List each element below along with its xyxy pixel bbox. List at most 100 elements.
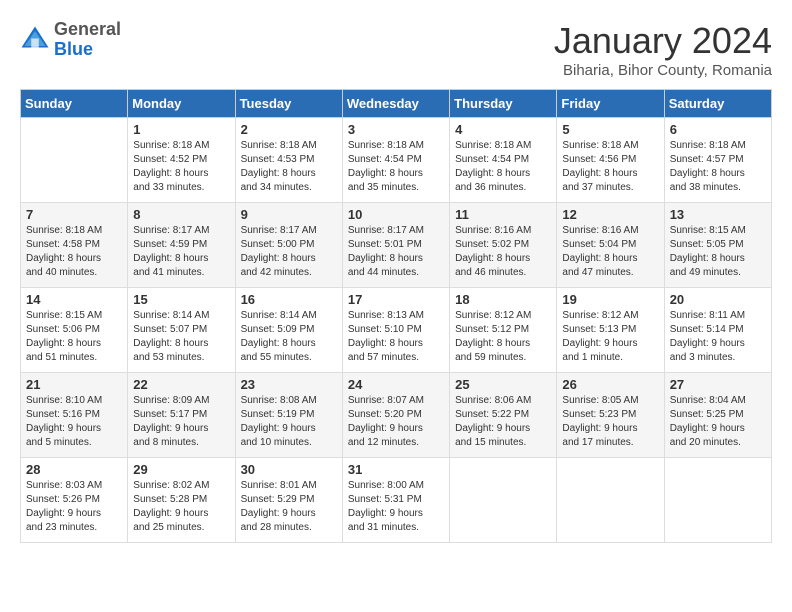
- day-number: 10: [348, 207, 444, 222]
- day-info: Sunrise: 8:17 AMSunset: 4:59 PMDaylight:…: [133, 224, 229, 280]
- calendar-cell: 17 Sunrise: 8:13 AMSunset: 5:10 PMDayligh…: [342, 288, 449, 373]
- day-number: 31: [348, 462, 444, 477]
- day-info: Sunrise: 8:17 AMSunset: 5:01 PMDaylight:…: [348, 224, 444, 280]
- calendar-cell: 28 Sunrise: 8:03 AMSunset: 5:26 PMDayligh…: [21, 458, 128, 543]
- calendar-cell: 20 Sunrise: 8:11 AMSunset: 5:14 PMDayligh…: [664, 288, 771, 373]
- day-number: 24: [348, 377, 444, 392]
- day-info: Sunrise: 8:16 AMSunset: 5:02 PMDaylight:…: [455, 224, 551, 280]
- day-number: 13: [670, 207, 766, 222]
- calendar-cell: 5 Sunrise: 8:18 AMSunset: 4:56 PMDaylight…: [557, 118, 664, 203]
- day-number: 12: [562, 207, 658, 222]
- day-number: 25: [455, 377, 551, 392]
- day-number: 22: [133, 377, 229, 392]
- day-info: Sunrise: 8:08 AMSunset: 5:19 PMDaylight:…: [241, 394, 337, 450]
- day-info: Sunrise: 8:14 AMSunset: 5:09 PMDaylight:…: [241, 309, 337, 365]
- calendar-cell: 10 Sunrise: 8:17 AMSunset: 5:01 PMDayligh…: [342, 203, 449, 288]
- day-number: 27: [670, 377, 766, 392]
- title-block: January 2024 Biharia, Bihor County, Roma…: [554, 20, 772, 79]
- calendar-cell: 11Sunrise: 8:16 AMSunset: 5:02 PMDayligh…: [450, 203, 557, 288]
- calendar-cell: 7Sunrise: 8:18 AMSunset: 4:58 PMDaylight…: [21, 203, 128, 288]
- day-info: Sunrise: 8:00 AMSunset: 5:31 PMDaylight:…: [348, 479, 444, 535]
- logo-icon: [20, 25, 50, 55]
- day-info: Sunrise: 8:10 AMSunset: 5:16 PMDaylight:…: [26, 394, 122, 450]
- day-number: 15: [133, 292, 229, 307]
- weekday-header: Thursday: [450, 90, 557, 118]
- day-number: 3: [348, 122, 444, 137]
- day-number: 18: [455, 292, 551, 307]
- day-info: Sunrise: 8:16 AMSunset: 5:04 PMDaylight:…: [562, 224, 658, 280]
- weekday-header: Wednesday: [342, 90, 449, 118]
- day-number: 9: [241, 207, 337, 222]
- day-number: 30: [241, 462, 337, 477]
- calendar-cell: 4 Sunrise: 8:18 AMSunset: 4:54 PMDaylight…: [450, 118, 557, 203]
- calendar-cell: 27Sunrise: 8:04 AMSunset: 5:25 PMDayligh…: [664, 373, 771, 458]
- day-info: Sunrise: 8:07 AMSunset: 5:20 PMDaylight:…: [348, 394, 444, 450]
- day-info: Sunrise: 8:18 AMSunset: 4:56 PMDaylight:…: [562, 139, 658, 195]
- day-number: 17: [348, 292, 444, 307]
- day-info: Sunrise: 8:17 AMSunset: 5:00 PMDaylight:…: [241, 224, 337, 280]
- calendar-cell: 25 Sunrise: 8:06 AMSunset: 5:22 PMDayligh…: [450, 373, 557, 458]
- calendar-cell: 31 Sunrise: 8:00 AMSunset: 5:31 PMDayligh…: [342, 458, 449, 543]
- weekday-header: Saturday: [664, 90, 771, 118]
- weekday-header: Sunday: [21, 90, 128, 118]
- weekday-header: Tuesday: [235, 90, 342, 118]
- day-info: Sunrise: 8:11 AMSunset: 5:14 PMDaylight:…: [670, 309, 766, 365]
- calendar-cell: 21 Sunrise: 8:10 AMSunset: 5:16 PMDayligh…: [21, 373, 128, 458]
- day-number: 20: [670, 292, 766, 307]
- day-number: 2: [241, 122, 337, 137]
- day-info: Sunrise: 8:18 AMSunset: 4:52 PMDaylight:…: [133, 139, 229, 195]
- calendar-week-row: 1 Sunrise: 8:18 AMSunset: 4:52 PMDaylight…: [21, 118, 772, 203]
- calendar-cell: 23Sunrise: 8:08 AMSunset: 5:19 PMDayligh…: [235, 373, 342, 458]
- day-number: 5: [562, 122, 658, 137]
- day-number: 21: [26, 377, 122, 392]
- day-number: 29: [133, 462, 229, 477]
- calendar-cell: 24 Sunrise: 8:07 AMSunset: 5:20 PMDayligh…: [342, 373, 449, 458]
- calendar-cell: [664, 458, 771, 543]
- location-subtitle: Biharia, Bihor County, Romania: [554, 62, 772, 79]
- day-info: Sunrise: 8:15 AMSunset: 5:05 PMDaylight:…: [670, 224, 766, 280]
- calendar-cell: 30 Sunrise: 8:01 AMSunset: 5:29 PMDayligh…: [235, 458, 342, 543]
- weekday-header: Monday: [128, 90, 235, 118]
- calendar-cell: 19Sunrise: 8:12 AMSunset: 5:13 PMDayligh…: [557, 288, 664, 373]
- day-number: 19: [562, 292, 658, 307]
- day-info: Sunrise: 8:18 AMSunset: 4:53 PMDaylight:…: [241, 139, 337, 195]
- calendar-table: SundayMondayTuesdayWednesdayThursdayFrid…: [20, 89, 772, 543]
- page-header: General Blue January 2024 Biharia, Bihor…: [20, 20, 772, 79]
- day-info: Sunrise: 8:12 AMSunset: 5:12 PMDaylight:…: [455, 309, 551, 365]
- day-info: Sunrise: 8:13 AMSunset: 5:10 PMDaylight:…: [348, 309, 444, 365]
- calendar-cell: 1 Sunrise: 8:18 AMSunset: 4:52 PMDaylight…: [128, 118, 235, 203]
- calendar-cell: 16Sunrise: 8:14 AMSunset: 5:09 PMDayligh…: [235, 288, 342, 373]
- calendar-cell: 15Sunrise: 8:14 AMSunset: 5:07 PMDayligh…: [128, 288, 235, 373]
- day-info: Sunrise: 8:18 AMSunset: 4:57 PMDaylight:…: [670, 139, 766, 195]
- day-number: 28: [26, 462, 122, 477]
- day-number: 1: [133, 122, 229, 137]
- day-info: Sunrise: 8:18 AMSunset: 4:54 PMDaylight:…: [455, 139, 551, 195]
- day-info: Sunrise: 8:06 AMSunset: 5:22 PMDaylight:…: [455, 394, 551, 450]
- calendar-cell: 18 Sunrise: 8:12 AMSunset: 5:12 PMDayligh…: [450, 288, 557, 373]
- calendar-cell: 6 Sunrise: 8:18 AMSunset: 4:57 PMDaylight…: [664, 118, 771, 203]
- calendar-cell: [450, 458, 557, 543]
- calendar-cell: 22 Sunrise: 8:09 AMSunset: 5:17 PMDayligh…: [128, 373, 235, 458]
- day-info: Sunrise: 8:18 AMSunset: 4:58 PMDaylight:…: [26, 224, 122, 280]
- calendar-week-row: 7Sunrise: 8:18 AMSunset: 4:58 PMDaylight…: [21, 203, 772, 288]
- calendar-cell: 8Sunrise: 8:17 AMSunset: 4:59 PMDaylight…: [128, 203, 235, 288]
- day-number: 6: [670, 122, 766, 137]
- weekday-header: Friday: [557, 90, 664, 118]
- month-title: January 2024: [554, 20, 772, 62]
- day-info: Sunrise: 8:18 AMSunset: 4:54 PMDaylight:…: [348, 139, 444, 195]
- day-info: Sunrise: 8:09 AMSunset: 5:17 PMDaylight:…: [133, 394, 229, 450]
- calendar-cell: 3 Sunrise: 8:18 AMSunset: 4:54 PMDaylight…: [342, 118, 449, 203]
- calendar-cell: 29Sunrise: 8:02 AMSunset: 5:28 PMDayligh…: [128, 458, 235, 543]
- calendar-cell: [21, 118, 128, 203]
- day-number: 26: [562, 377, 658, 392]
- calendar-cell: 12 Sunrise: 8:16 AMSunset: 5:04 PMDayligh…: [557, 203, 664, 288]
- day-number: 4: [455, 122, 551, 137]
- day-info: Sunrise: 8:01 AMSunset: 5:29 PMDaylight:…: [241, 479, 337, 535]
- day-info: Sunrise: 8:05 AMSunset: 5:23 PMDaylight:…: [562, 394, 658, 450]
- logo-text: General Blue: [54, 20, 121, 60]
- calendar-cell: [557, 458, 664, 543]
- day-info: Sunrise: 8:03 AMSunset: 5:26 PMDaylight:…: [26, 479, 122, 535]
- calendar-cell: 2 Sunrise: 8:18 AMSunset: 4:53 PMDaylight…: [235, 118, 342, 203]
- calendar-week-row: 28 Sunrise: 8:03 AMSunset: 5:26 PMDayligh…: [21, 458, 772, 543]
- day-info: Sunrise: 8:15 AMSunset: 5:06 PMDaylight:…: [26, 309, 122, 365]
